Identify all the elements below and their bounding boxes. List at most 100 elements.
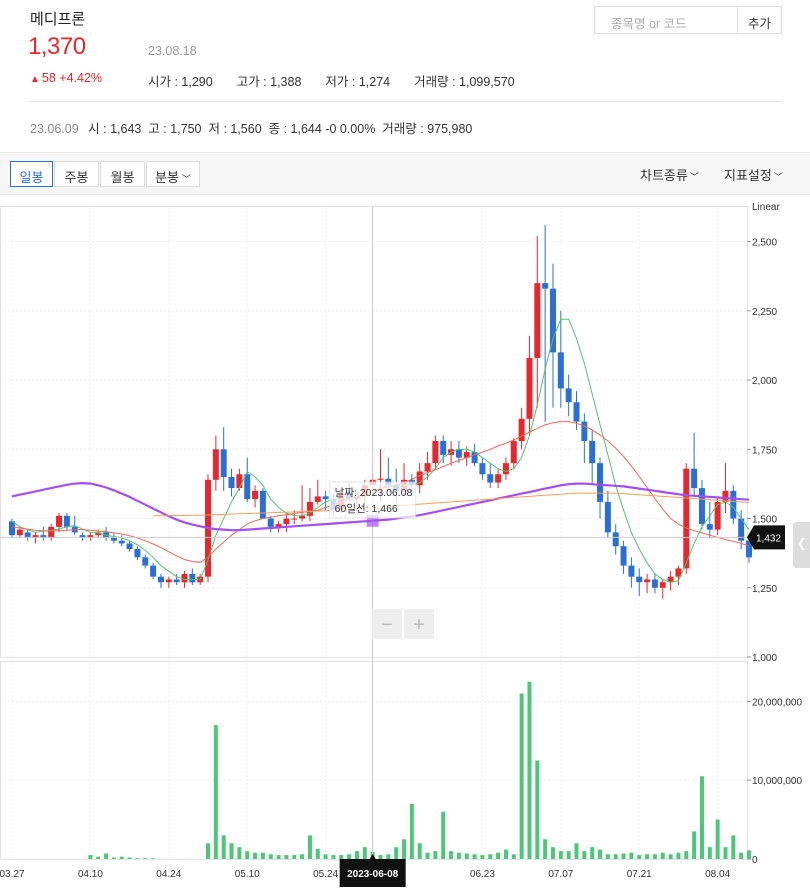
hover-volume: 거래량 : 975,980 bbox=[382, 122, 473, 136]
tab-weekly[interactable]: 주봉 bbox=[54, 161, 99, 187]
candle-body bbox=[502, 463, 509, 475]
volume-bar bbox=[715, 819, 720, 859]
candle-body bbox=[432, 441, 439, 464]
volume-bar bbox=[111, 857, 116, 859]
x-tick-label: 04.10 bbox=[78, 869, 103, 880]
volume-bar bbox=[699, 776, 704, 859]
volume-bar bbox=[527, 681, 532, 859]
x-tick-label: 05.10 bbox=[235, 869, 260, 880]
price-tick-label: 2,000 bbox=[752, 376, 777, 387]
volume-bar bbox=[660, 852, 665, 859]
volume-bar bbox=[629, 852, 634, 859]
high-price: 고가 : 1,388 bbox=[236, 75, 302, 89]
volume-bar bbox=[707, 847, 712, 859]
stock-chart[interactable]: 1,000 1,250 1,500 1,750 2,000 2,250 2,500 Linea… bbox=[0, 196, 810, 896]
candle-body bbox=[236, 474, 243, 489]
candle-body bbox=[542, 283, 549, 289]
volume-bar bbox=[386, 854, 391, 859]
candle-body bbox=[691, 468, 698, 489]
price-change: ▲ 58 +4.42% bbox=[30, 71, 102, 85]
volume-bar bbox=[402, 839, 407, 859]
candle-body bbox=[589, 441, 596, 464]
volume-bar bbox=[268, 854, 273, 859]
low-price: 저가 : 1,274 bbox=[325, 75, 391, 89]
side-panel-toggle[interactable]: ❮ bbox=[793, 522, 810, 568]
volume-bar bbox=[519, 693, 524, 859]
quote-date: 23.08.18 bbox=[148, 44, 197, 58]
candle-body bbox=[651, 579, 658, 588]
volume-bar bbox=[535, 760, 540, 859]
up-triangle-icon: ▲ bbox=[30, 74, 40, 85]
volume-bar bbox=[339, 855, 344, 859]
candle-body bbox=[267, 518, 274, 527]
volume-pane-frame bbox=[0, 661, 748, 860]
candle-body bbox=[424, 463, 431, 472]
volume-bar bbox=[143, 858, 148, 859]
volume-bar bbox=[449, 851, 454, 859]
candle-body bbox=[126, 543, 133, 549]
volume-bar bbox=[433, 851, 438, 859]
crosshair-date-label: 2023-06-08 bbox=[347, 869, 399, 880]
indicator-label: 지표설정 bbox=[724, 168, 772, 183]
volume-bar bbox=[253, 852, 258, 859]
volume-bar bbox=[511, 854, 516, 859]
volume-bar bbox=[307, 835, 312, 859]
candle-body bbox=[698, 488, 705, 525]
volume-bar bbox=[394, 847, 399, 859]
tooltip-date: 날짜: 2023.06.08 bbox=[335, 487, 413, 499]
x-tick-label: 03.27 bbox=[0, 869, 25, 880]
candle-body bbox=[534, 283, 541, 358]
minus-icon: − bbox=[381, 614, 393, 636]
chart-toolbar: 일봉 주봉 월봉 분봉 ﹀ 차트종류 ﹀ 지표설정 ﹀ bbox=[0, 152, 810, 195]
volume-bar bbox=[315, 848, 320, 859]
hover-low: 저 : 1,560 bbox=[208, 122, 262, 136]
volume-bar bbox=[747, 850, 751, 859]
candle-body bbox=[659, 582, 666, 588]
candle-body bbox=[314, 496, 321, 502]
price-tick-label: 1,000 bbox=[752, 653, 777, 664]
volume-bar bbox=[676, 852, 681, 859]
candle-body bbox=[628, 565, 635, 577]
volume-bar bbox=[613, 854, 618, 859]
volume-bar bbox=[378, 855, 383, 859]
price-tick-label: 1,750 bbox=[752, 445, 777, 456]
price-tick-label: 2,250 bbox=[752, 307, 777, 318]
chevron-down-icon: ﹀ bbox=[773, 172, 783, 182]
quote-stats: 시가 : 1,290 고가 : 1,388 저가 : 1,274 거래량 : 1… bbox=[148, 71, 515, 90]
volume-bar bbox=[119, 856, 124, 859]
volume-bar bbox=[605, 854, 610, 859]
volume-bar bbox=[323, 854, 328, 859]
candle-body bbox=[142, 557, 149, 566]
chevron-down-icon: ﹀ bbox=[181, 174, 191, 184]
candle-body bbox=[495, 474, 502, 483]
candle-body bbox=[283, 518, 290, 525]
volume-bar bbox=[739, 852, 744, 859]
open-price: 시가 : 1,290 bbox=[148, 75, 213, 89]
stock-name: 메디프론 bbox=[30, 11, 86, 28]
candle-body bbox=[510, 441, 517, 464]
tab-minute[interactable]: 분봉 ﹀ bbox=[146, 161, 200, 187]
volume-bar bbox=[425, 852, 430, 859]
chart-type-label: 차트종류 bbox=[640, 168, 688, 183]
candle-body bbox=[581, 421, 588, 441]
volume-bar bbox=[503, 849, 508, 859]
indicator-settings-dropdown[interactable]: 지표설정 ﹀ bbox=[724, 165, 783, 184]
volume-bar bbox=[574, 843, 579, 859]
volume-bar bbox=[692, 831, 697, 859]
candle-body bbox=[706, 524, 713, 530]
candle-body bbox=[189, 573, 196, 583]
trade-volume: 거래량 : 1,099,570 bbox=[414, 75, 515, 89]
candle-body bbox=[683, 468, 690, 569]
price-change-value: 58 +4.42% bbox=[41, 71, 103, 85]
chevron-left-icon: ❮ bbox=[796, 536, 807, 550]
tab-monthly[interactable]: 월봉 bbox=[100, 161, 145, 187]
tab-daily[interactable]: 일봉 bbox=[10, 161, 53, 187]
volume-bar bbox=[292, 855, 297, 859]
candle-body bbox=[557, 352, 564, 389]
stock-search-input[interactable]: 종목명 or 코드 bbox=[594, 6, 738, 34]
volume-bar bbox=[284, 855, 289, 859]
volume-bar bbox=[300, 854, 305, 859]
chart-type-dropdown[interactable]: 차트종류 ﹀ bbox=[640, 165, 699, 184]
add-button[interactable]: 추가 bbox=[738, 6, 782, 34]
candle-body bbox=[518, 418, 525, 441]
